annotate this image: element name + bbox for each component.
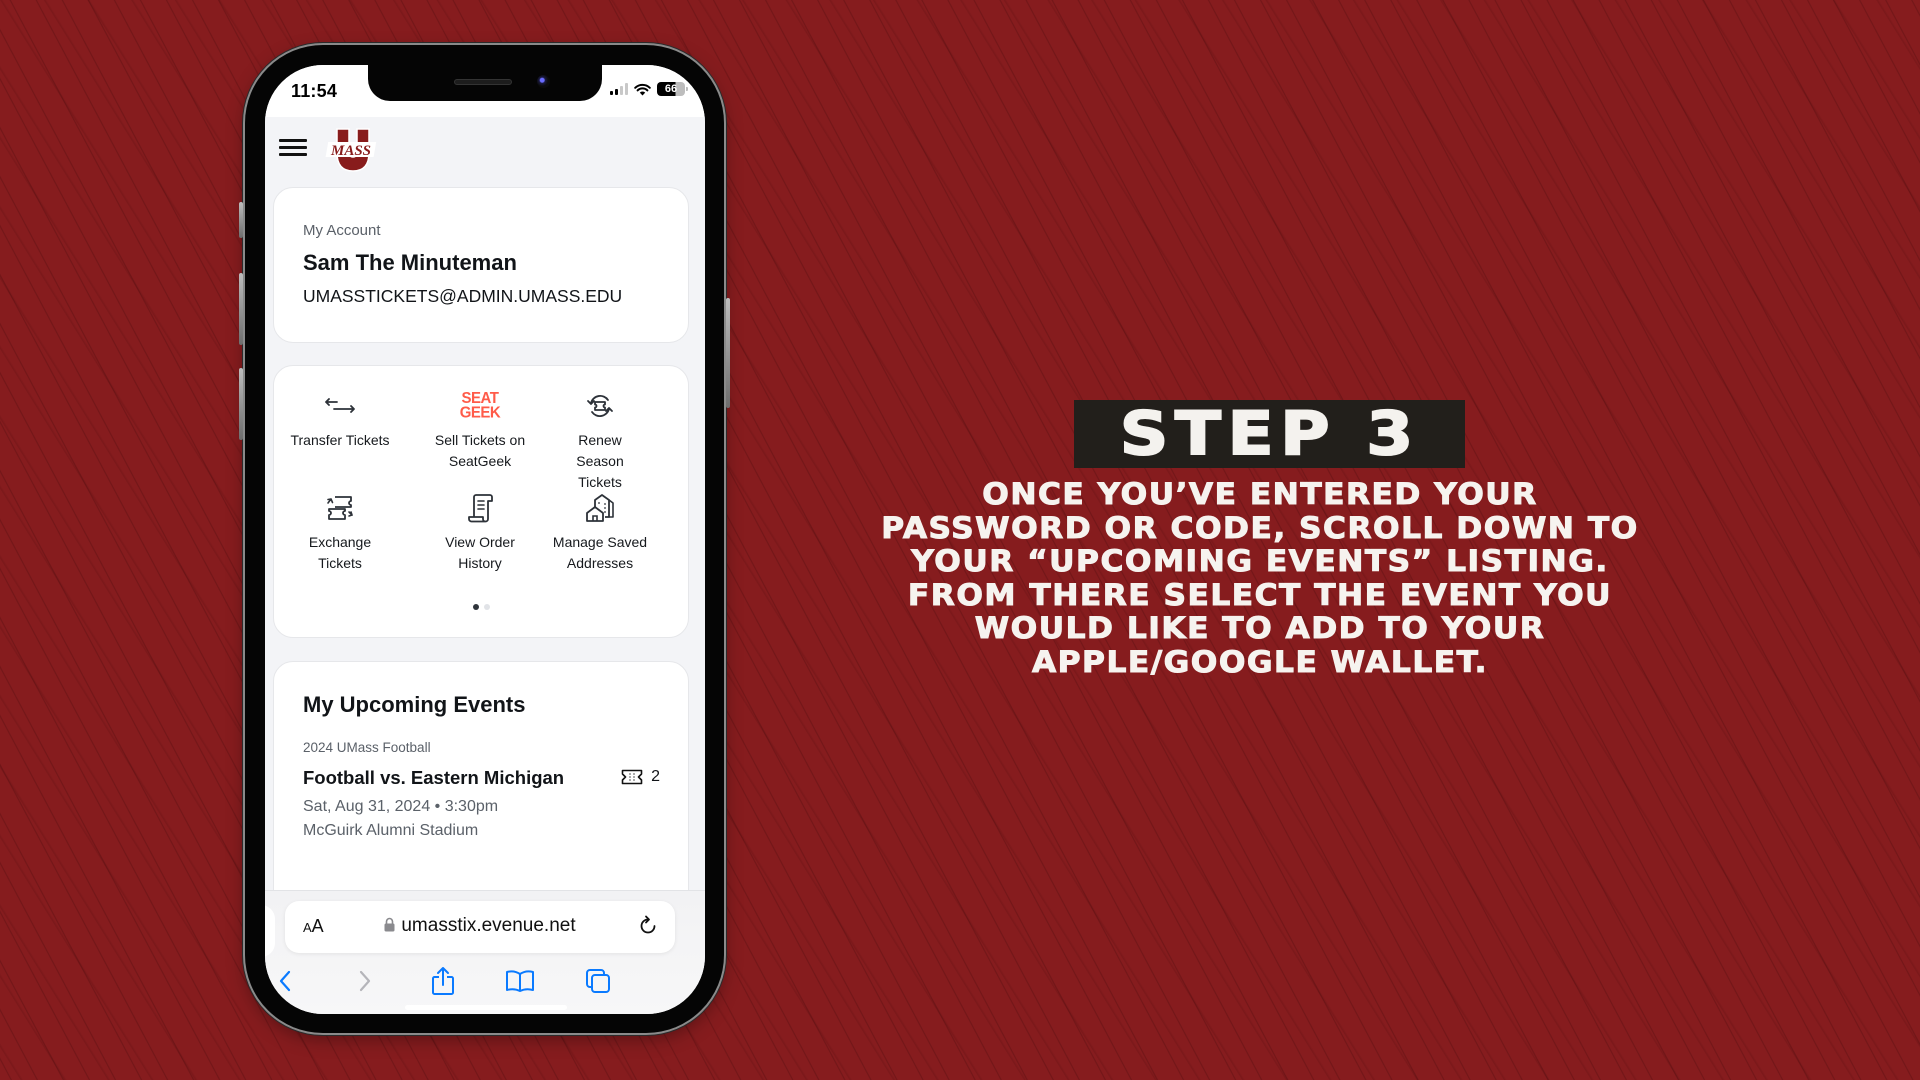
status-icons: 66 — [610, 82, 688, 96]
reload-icon[interactable] — [637, 915, 659, 937]
account-name: Sam The Minuteman — [303, 250, 517, 275]
event-series: 2024 UMass Football — [303, 740, 431, 755]
home-indicator[interactable] — [405, 1005, 567, 1010]
exchange-tickets-icon — [327, 496, 354, 520]
instruction-line: PASSWORD OR CODE, SCROLL DOWN TO — [881, 510, 1639, 545]
svg-text:MASS: MASS — [330, 143, 371, 159]
previous-tab-peek[interactable] — [265, 905, 275, 957]
buildings-icon — [586, 494, 614, 522]
hamburger-menu-icon[interactable] — [279, 139, 307, 157]
carousel-dot[interactable] — [483, 604, 490, 610]
sell-on-seatgeek-button[interactable]: SEAT GEEK Sell Tickets on SeatGeek — [420, 388, 540, 472]
instruction-line: APPLE/GOOGLE WALLET. — [1031, 644, 1489, 679]
upcoming-events-card: My Upcoming Events 2024 UMass Football F… — [273, 661, 689, 921]
event-ticket-count: 2 — [621, 768, 660, 786]
instruction-line: FROM THERE SELECT THE EVENT YOU — [907, 577, 1613, 612]
front-camera — [537, 75, 550, 88]
lock-icon — [384, 917, 395, 932]
renew-ticket-icon — [587, 395, 613, 417]
transfer-tickets-button[interactable]: Transfer Tickets — [280, 388, 400, 451]
step-badge: STEP 3 — [1074, 398, 1465, 470]
mute-switch — [239, 202, 243, 238]
share-icon — [432, 967, 454, 995]
event-name[interactable]: Football vs. Eastern Michigan — [303, 767, 564, 789]
forward-button[interactable] — [350, 965, 380, 997]
signal-icon — [610, 83, 628, 95]
safari-toolbar — [265, 965, 705, 1001]
share-button[interactable] — [428, 965, 458, 997]
seatgeek-logo-geek: GEEK — [459, 403, 501, 422]
upcoming-events-title: My Upcoming Events — [303, 692, 526, 717]
renew-season-tickets-button[interactable]: Renew Season Tickets — [540, 388, 660, 493]
back-icon — [279, 970, 291, 992]
address-bar[interactable]: AA umasstix.evenue.net — [285, 901, 675, 953]
status-time: 11:54 — [291, 81, 338, 101]
ticket-count: 2 — [651, 768, 660, 785]
transfer-arrows-icon — [325, 398, 355, 413]
app-header: MASS — [265, 117, 705, 177]
umass-logo[interactable]: MASS — [325, 127, 377, 173]
instruction-text: ONCE YOU’VE ENTERED YOUR PASSWORD OR COD… — [770, 477, 1750, 679]
volume-up-button — [239, 273, 243, 345]
instruction-line: WOULD LIKE TO ADD TO YOUR — [974, 611, 1546, 645]
transfer-tickets-label: Transfer Tickets — [290, 432, 390, 448]
event-date: Sat, Aug 31, 2024 • 3:30pm — [303, 798, 499, 815]
instruction-line: ONCE YOU’VE ENTERED YOUR — [982, 477, 1538, 511]
manage-saved-addresses-label: Manage Saved Addresses — [552, 534, 648, 571]
order-scroll-icon — [468, 494, 493, 523]
back-button[interactable] — [270, 965, 300, 997]
account-email: UMASSTICKETS@ADMIN.UMASS.EDU — [303, 286, 623, 306]
quick-actions-card: Transfer Tickets SEAT GEEK Sell Tickets o… — [273, 365, 689, 638]
bookmarks-button[interactable] — [505, 965, 535, 997]
phone-mockup: 11:54 66 MASS My Account Sam The Minutem… — [239, 45, 730, 1033]
bookmarks-icon — [506, 970, 534, 992]
view-order-history-button[interactable]: View Order History — [420, 490, 540, 574]
power-button — [726, 298, 730, 408]
ticket-icon — [621, 769, 643, 785]
volume-down-button — [239, 368, 243, 440]
wifi-icon — [634, 83, 651, 95]
safari-bottom-bar: AA umasstix.evenue.net — [265, 890, 705, 1014]
forward-icon — [359, 970, 371, 992]
account-card: My Account Sam The Minuteman UMASSTICKET… — [273, 187, 689, 343]
quick-actions-grid: Transfer Tickets SEAT GEEK Sell Tickets o… — [274, 366, 690, 606]
tabs-icon — [586, 969, 610, 993]
url-display[interactable]: umasstix.evenue.net — [285, 915, 675, 937]
manage-saved-addresses-button[interactable]: Manage Saved Addresses — [540, 490, 660, 574]
phone-screen: 11:54 66 MASS My Account Sam The Minutem… — [265, 65, 705, 1014]
exchange-tickets-button[interactable]: Exchange Tickets — [300, 490, 380, 574]
carousel-pagination[interactable] — [274, 604, 688, 610]
renew-season-tickets-label: Renew Season Tickets — [576, 432, 624, 490]
carousel-dot-active[interactable] — [472, 604, 479, 610]
step-label: STEP 3 — [1118, 398, 1420, 470]
camera-notch — [368, 65, 602, 101]
seatgeek-logo: SEAT GEEK — [420, 388, 540, 424]
tabs-button[interactable] — [583, 965, 613, 997]
speaker-grille — [454, 79, 512, 85]
url-text: umasstix.evenue.net — [401, 915, 576, 936]
instruction-line: YOUR “UPCOMING EVENTS” LISTING. — [911, 544, 1609, 578]
exchange-tickets-label: Exchange Tickets — [308, 534, 372, 571]
sell-on-seatgeek-label: Sell Tickets on SeatGeek — [434, 432, 526, 469]
account-label: My Account — [303, 222, 381, 239]
battery-icon: 66 — [657, 82, 688, 96]
view-order-history-label: View Order History — [445, 534, 515, 571]
event-venue: McGuirk Alumni Stadium — [303, 822, 479, 839]
